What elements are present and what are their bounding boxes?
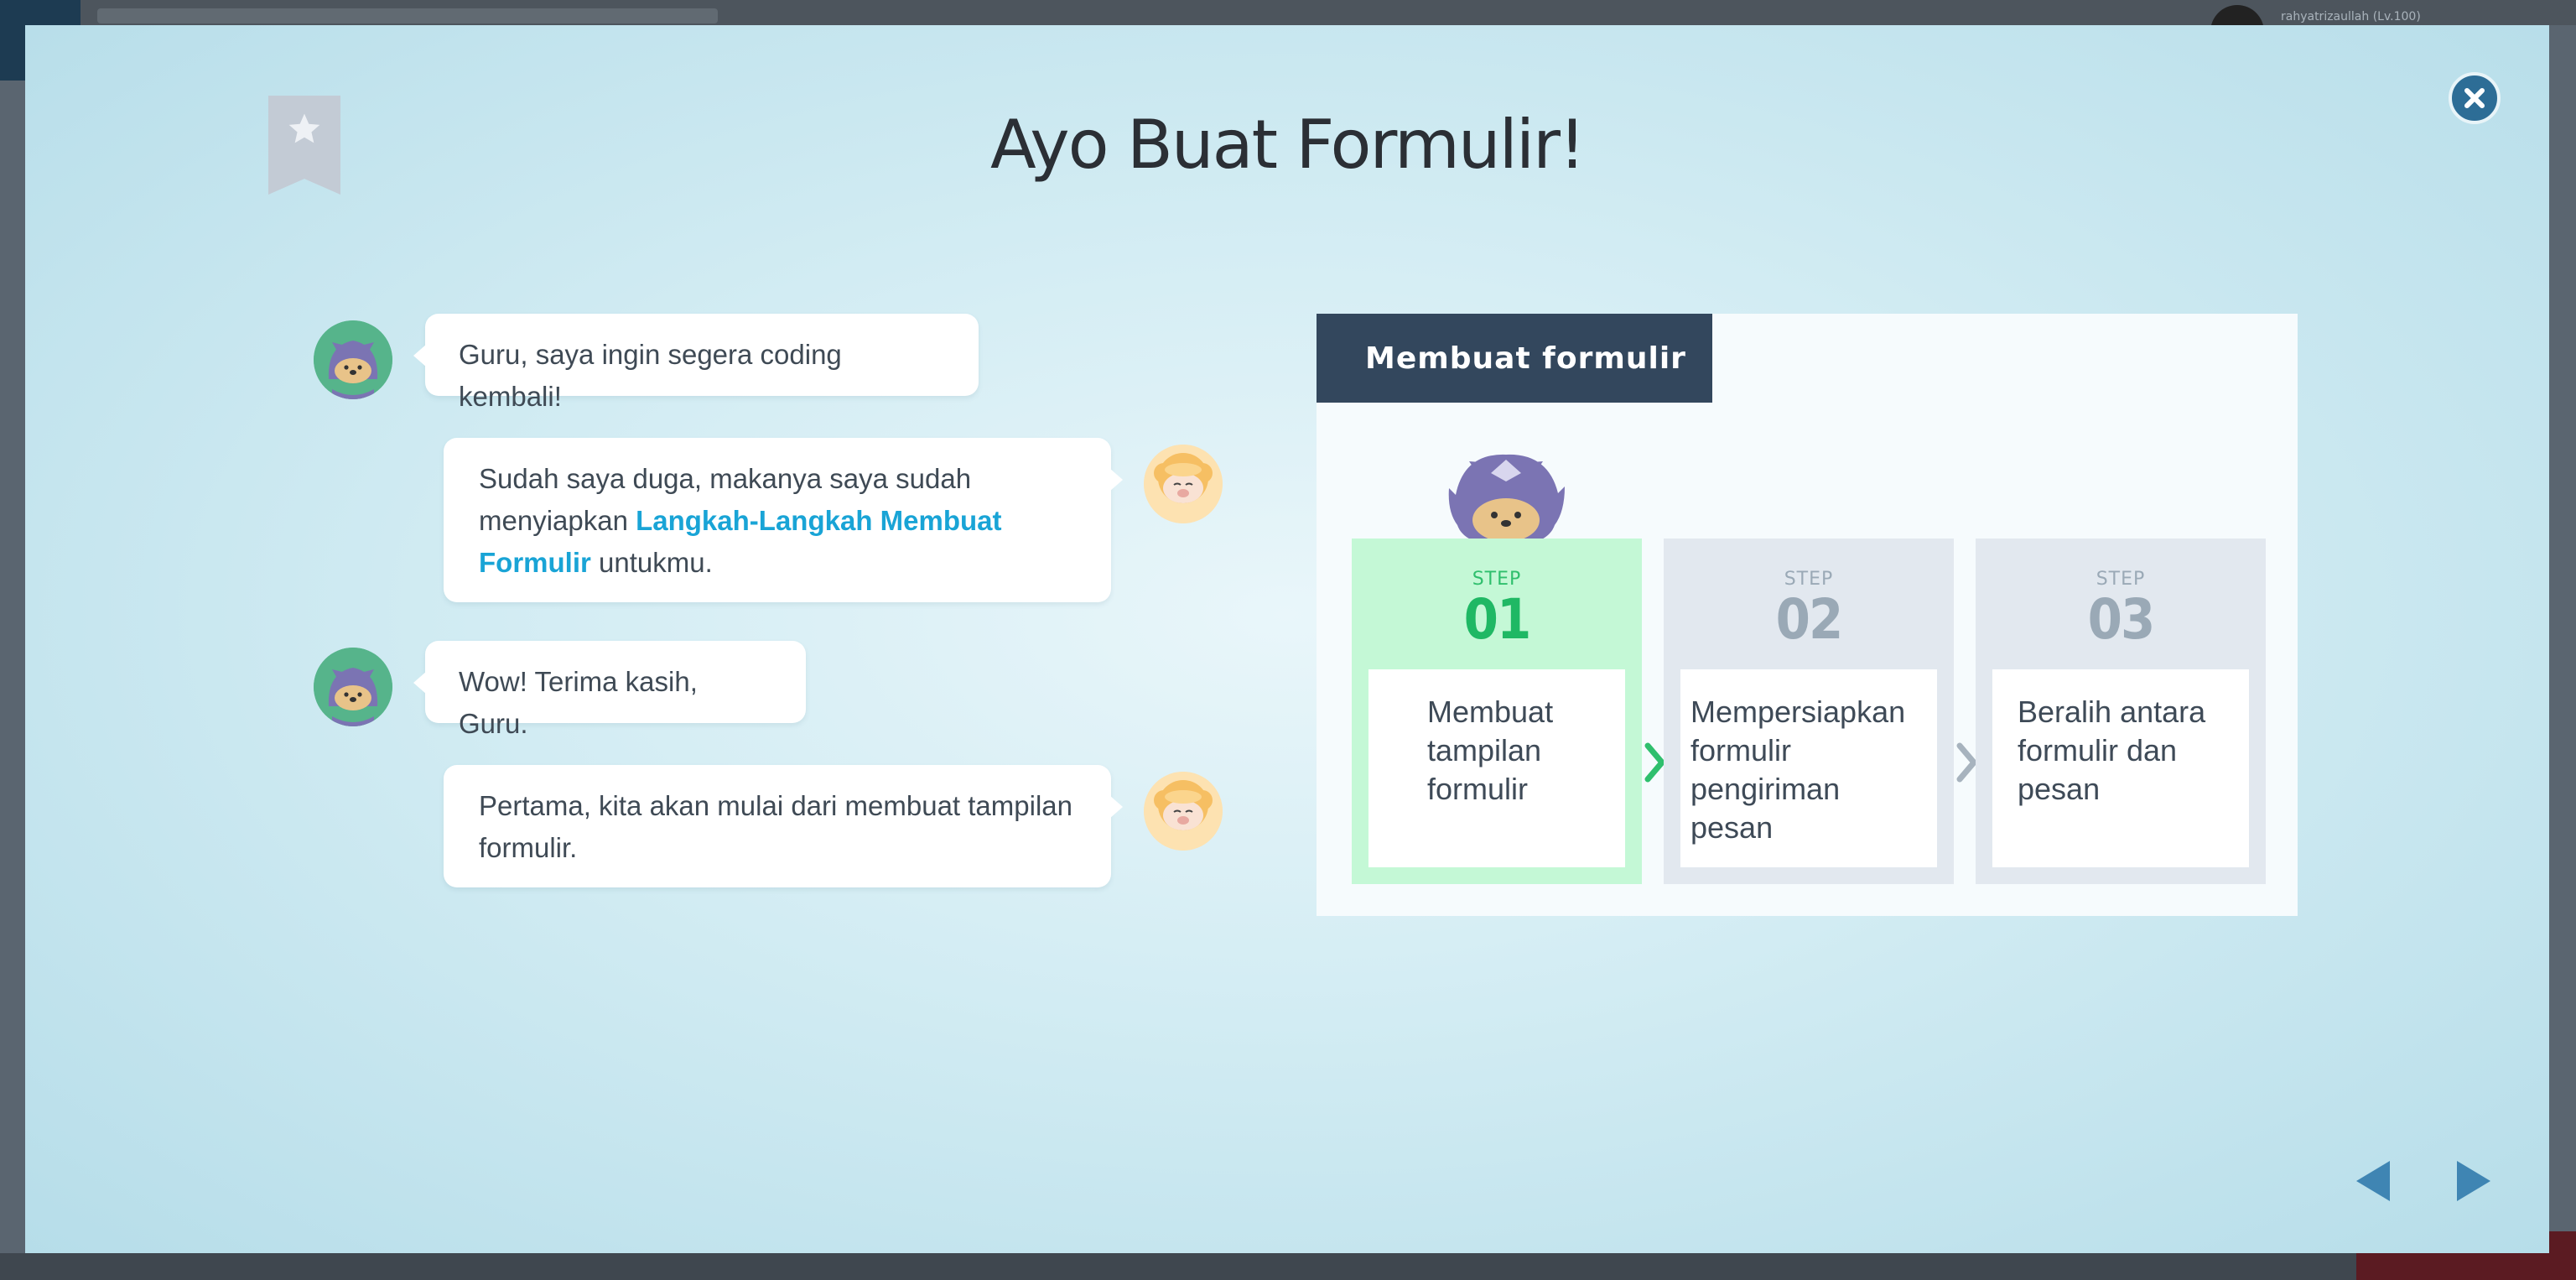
teacher-avatar (1144, 772, 1223, 851)
step-description: Membuat tampilan formulir (1427, 695, 1554, 806)
chat-bubble-student: Wow! Terima kasih, Guru. (413, 641, 806, 739)
close-button[interactable] (2449, 72, 2501, 124)
lesson-modal: Ayo Buat Formulir! Guru, saya ingin sege… (25, 25, 2549, 1253)
chat-bubble-teacher: Sudah saya duga, makanya saya sudah meny… (444, 438, 1123, 602)
background-search-bar (97, 8, 718, 23)
steps-panel: Membuat formulir STEP 01 Membuat tampila… (1317, 314, 2298, 916)
triangle-left-icon (2356, 1161, 2390, 1201)
chat-bubble-student: Guru, saya ingin segera coding kembali! (413, 314, 979, 412)
modal-title: Ayo Buat Formulir! (989, 106, 1586, 184)
step-description-box: Mempersiapkan formulir pengiriman pesan (1680, 669, 1937, 867)
sheep-mascot-icon (1144, 772, 1223, 851)
sheep-mascot-icon (1144, 445, 1223, 523)
chat-message-text: Guru, saya ingin segera coding kembali! (459, 339, 842, 412)
step-description-box: Membuat tampilan formulir (1368, 669, 1625, 867)
step-number: 03 (2087, 587, 2156, 652)
step-card-01[interactable]: STEP 01 Membuat tampilan formulir (1352, 539, 1642, 884)
step-number: 02 (1775, 587, 1844, 652)
student-avatar (314, 320, 392, 399)
ninja-mascot-icon (1448, 454, 1565, 547)
close-icon (2464, 88, 2485, 108)
background-bottom-bar (0, 1253, 2576, 1280)
steps-panel-header: Membuat formulir (1317, 314, 1712, 403)
step-card-03[interactable]: STEP 03 Beralih antara formulir dan pesa… (1976, 539, 2266, 884)
next-page-button[interactable] (2454, 1158, 2494, 1205)
background-user-label: rahyatrizaullah (Lv.100) (2281, 10, 2421, 23)
chat-message-text: Wow! Terima kasih, Guru. (459, 666, 698, 739)
triangle-right-icon (2457, 1161, 2490, 1201)
previous-page-button[interactable] (2353, 1158, 2393, 1205)
step-description-box: Beralih antara formulir dan pesan (1992, 669, 2249, 867)
ninja-mascot-icon (314, 320, 392, 399)
step-description: Beralih antara formulir dan pesan (2018, 695, 2206, 806)
step-card-02[interactable]: STEP 02 Mempersiapkan formulir pengirima… (1664, 539, 1954, 884)
step-description: Mempersiapkan formulir pengiriman pesan (1690, 695, 1906, 845)
chat-bubble-teacher: Pertama, kita akan mulai dari membuat ta… (444, 765, 1123, 887)
teacher-avatar (1144, 445, 1223, 523)
ninja-mascot-icon (314, 648, 392, 726)
step-number: 01 (1463, 587, 1532, 652)
chat-message-text: untukmu. (590, 547, 713, 578)
chat-message-text: Pertama, kita akan mulai dari membuat ta… (479, 790, 1072, 863)
student-avatar (314, 648, 392, 726)
